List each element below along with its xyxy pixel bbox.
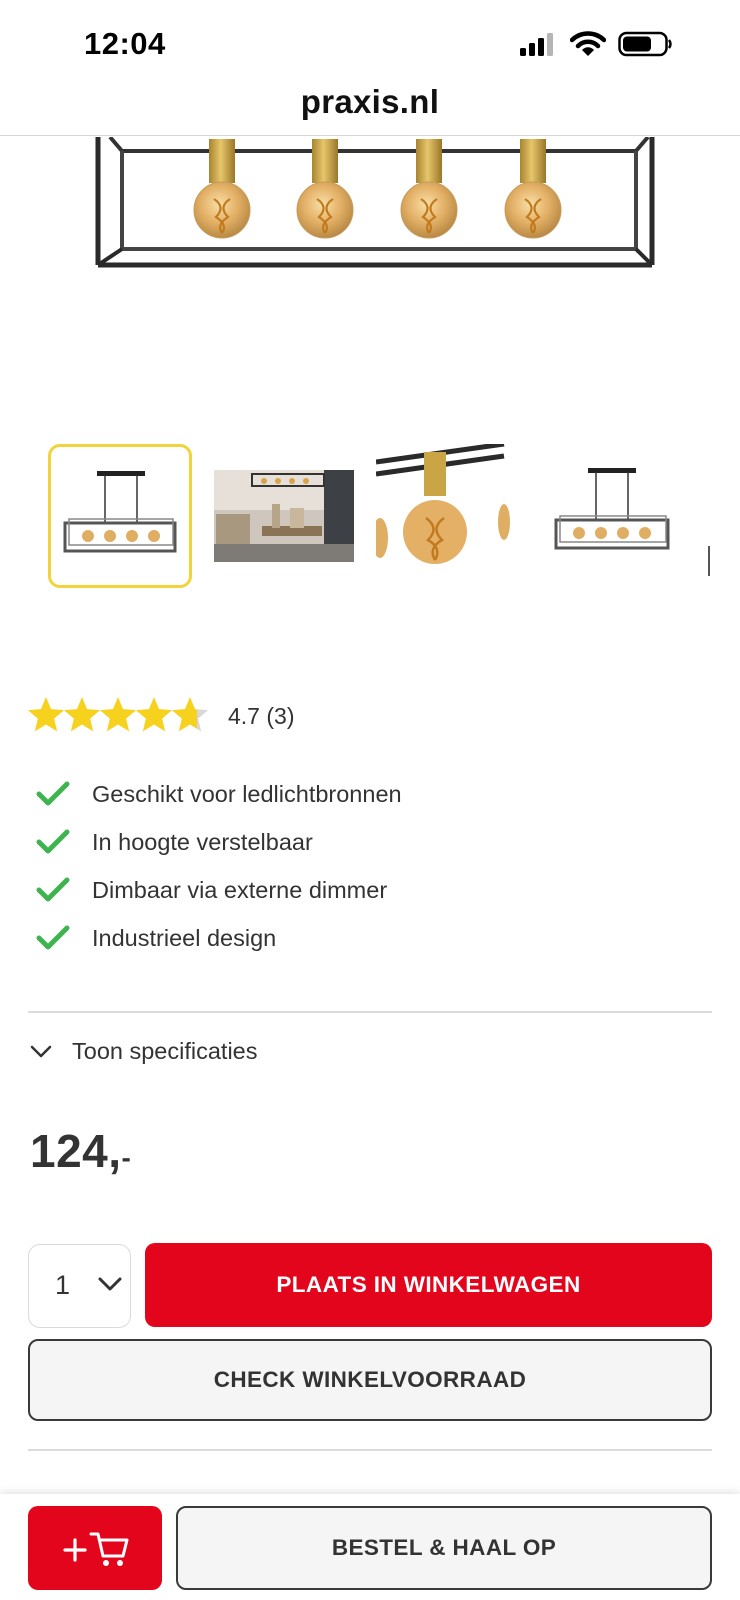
product-rating[interactable]: 4.7 (3) — [28, 696, 294, 736]
check-icon — [36, 829, 70, 854]
chevron-down-icon — [98, 1277, 122, 1291]
add-to-cart-icon — [63, 1532, 129, 1566]
signal-icon — [520, 33, 553, 56]
star-icon — [28, 697, 65, 732]
usp-label: In hoogte verstelbaar — [92, 828, 313, 855]
check-stock-button[interactable]: CHECK WINKELVOORRAAD — [28, 1339, 712, 1421]
usp-item: Dimbaar via externe dimmer — [36, 866, 696, 914]
url-text[interactable]: praxis.nl — [301, 83, 439, 120]
price-whole: 124, — [30, 1125, 122, 1177]
section-divider — [28, 1449, 712, 1451]
check-icon — [36, 877, 70, 902]
star-icon — [135, 697, 173, 732]
product-main-image[interactable] — [0, 137, 740, 437]
thumbnail-5-edge — [708, 546, 710, 576]
quick-add-to-cart-button[interactable] — [28, 1506, 162, 1590]
wifi-icon — [570, 31, 606, 56]
thumbnail-lamp-variant-image — [554, 468, 670, 550]
address-bar[interactable]: praxis.nl — [0, 78, 740, 136]
add-to-cart-button[interactable]: PLAATS IN WINKELWAGEN — [145, 1243, 712, 1327]
usp-label: Dimbaar via externe dimmer — [92, 876, 388, 903]
star-rating — [28, 697, 209, 732]
specs-toggle-label[interactable]: Toon specificaties — [72, 1038, 258, 1065]
quantity-value: 1 — [55, 1270, 71, 1300]
chevron-down-icon — [30, 1045, 52, 1057]
thumbnail-strip — [48, 444, 710, 590]
star-icon — [171, 697, 209, 732]
status-time: 12:04 — [84, 26, 166, 61]
usp-item: Industrieel design — [36, 914, 696, 962]
status-bar: 12:04 — [0, 0, 740, 80]
pendant-lamp-image — [95, 137, 655, 268]
rating-value: 4.7 (3) — [228, 702, 295, 729]
thumbnail-3[interactable] — [376, 444, 520, 588]
battery-icon — [618, 31, 672, 57]
usp-item: In hoogte verstelbaar — [36, 818, 696, 866]
usp-list: Geschikt voor ledlichtbronnen In hoogte … — [36, 770, 696, 962]
price-cents: - — [121, 1142, 132, 1173]
usp-label: Geschikt voor ledlichtbronnen — [92, 780, 402, 807]
usp-label: Industrieel design — [92, 924, 277, 951]
product-price: 124,- — [30, 1124, 131, 1178]
quantity-select[interactable]: 1 — [28, 1244, 131, 1328]
star-icon — [63, 697, 101, 732]
section-divider — [28, 1011, 712, 1013]
thumbnail-room-image — [214, 470, 354, 562]
thumbnail-bulb-closeup-image — [376, 444, 510, 564]
thumbnail-lamp-full-image — [63, 471, 177, 553]
star-icon — [99, 697, 137, 732]
usp-item: Geschikt voor ledlichtbronnen — [36, 770, 696, 818]
specs-toggle[interactable]: Toon specificaties — [28, 1038, 258, 1065]
order-pickup-button[interactable]: BESTEL & HAAL OP — [176, 1506, 712, 1590]
check-icon — [36, 781, 70, 806]
sticky-bottom-bar: BESTEL & HAAL OP — [0, 1494, 740, 1600]
check-icon — [36, 925, 70, 950]
status-icons — [518, 30, 674, 58]
thumbnail-2[interactable] — [212, 444, 356, 588]
thumbnail-4[interactable] — [540, 444, 684, 588]
thumbnail-1[interactable] — [48, 444, 192, 588]
